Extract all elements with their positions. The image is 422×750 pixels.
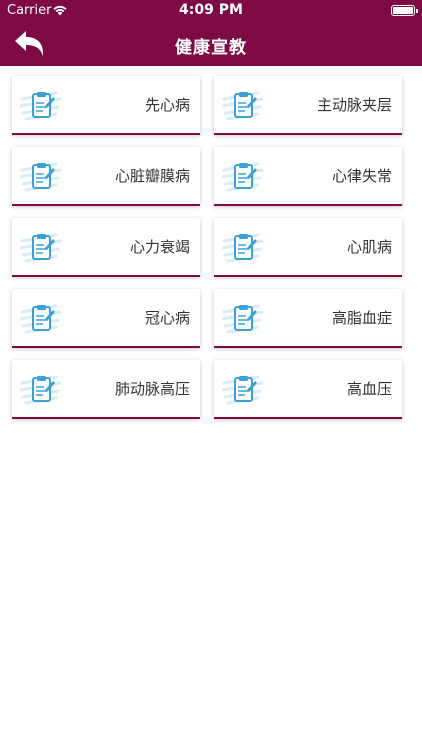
clipboard-icon	[222, 233, 264, 263]
topic-card[interactable]: 冠心病	[12, 289, 200, 348]
topic-label: 心律失常	[331, 167, 392, 185]
topic-card[interactable]: 心脏瓣膜病	[12, 147, 200, 206]
topic-card[interactable]: 先心病	[12, 76, 200, 135]
clipboard-icon	[222, 91, 264, 121]
clipboard-icon	[20, 375, 62, 405]
topic-label: 心力衰竭	[129, 238, 190, 256]
clipboard-icon	[20, 162, 62, 192]
topic-card[interactable]: 肺动脉高压	[12, 360, 200, 419]
clipboard-icon	[222, 162, 264, 192]
topic-label: 先心病	[144, 96, 190, 114]
topic-label: 心脏瓣膜病	[114, 167, 190, 185]
clipboard-icon	[20, 233, 62, 263]
status-time: 4:09 PM	[179, 2, 243, 18]
clipboard-icon	[20, 91, 62, 121]
topic-card[interactable]: 心肌病	[214, 218, 402, 277]
status-bar: Carrier 4:09 PM	[0, 0, 422, 22]
battery-icon	[391, 5, 418, 16]
topic-card[interactable]: 主动脉夹层	[214, 76, 402, 135]
topic-card[interactable]: 心力衰竭	[12, 218, 200, 277]
topic-card[interactable]: 高血压	[214, 360, 402, 419]
topic-label: 冠心病	[144, 309, 190, 327]
topic-grid: 先心病 主动脉夹层 心脏瓣膜病 心律失常 心力衰竭 心肌病 冠心病 高脂血症 肺…	[12, 76, 402, 419]
topic-label: 高血压	[346, 380, 392, 398]
clipboard-icon	[222, 304, 264, 334]
topic-label: 心肌病	[346, 238, 392, 256]
topic-label: 肺动脉高压	[114, 380, 190, 398]
topic-card[interactable]: 心律失常	[214, 147, 402, 206]
topic-label: 高脂血症	[331, 309, 392, 327]
clipboard-icon	[20, 304, 62, 334]
clipboard-icon	[222, 375, 264, 405]
topic-card[interactable]: 高脂血症	[214, 289, 402, 348]
page-title: 健康宣教	[175, 38, 247, 58]
navigation-bar: 健康宣教	[0, 22, 422, 66]
topic-label: 主动脉夹层	[316, 96, 392, 114]
